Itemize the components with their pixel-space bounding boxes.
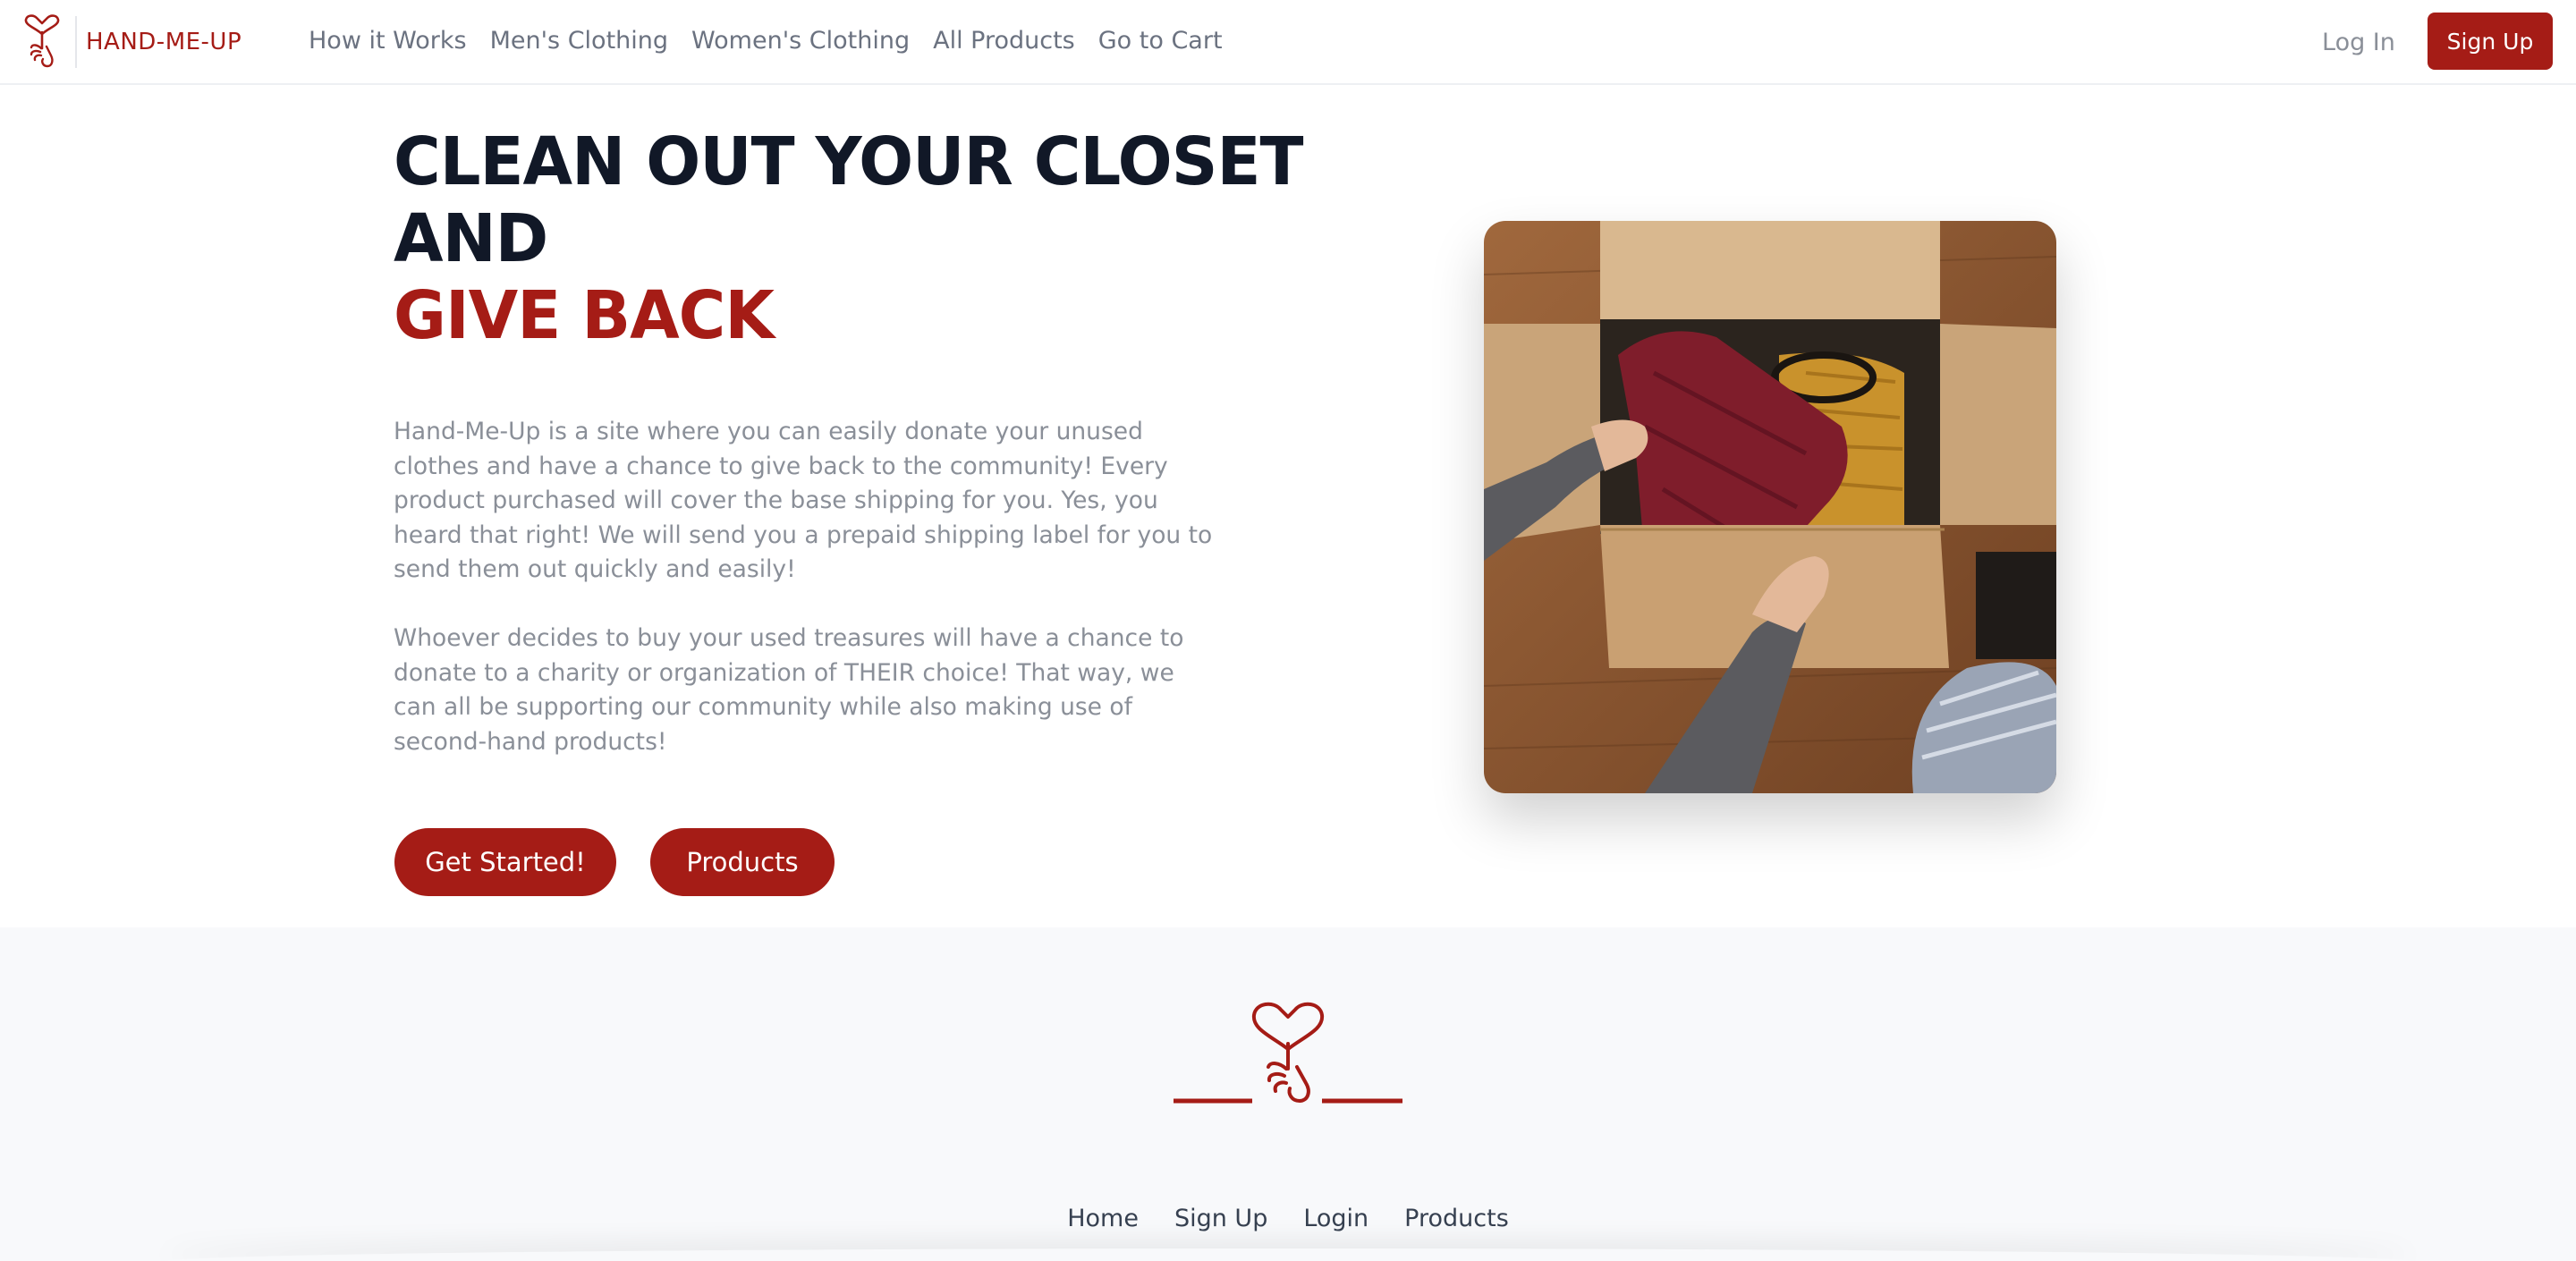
heart-hand-icon bbox=[24, 14, 60, 68]
signup-button[interactable]: Sign Up bbox=[2428, 13, 2553, 70]
footer-link-login[interactable]: Login bbox=[1303, 1205, 1368, 1232]
brand[interactable]: HAND-ME-UP bbox=[21, 14, 242, 70]
nav-link-all-products[interactable]: All Products bbox=[933, 27, 1075, 55]
footer-link-home[interactable]: Home bbox=[1067, 1205, 1139, 1232]
nav-link-how-it-works[interactable]: How it Works bbox=[309, 27, 467, 55]
login-link[interactable]: Log In bbox=[2322, 29, 2395, 56]
hero-image-donation-box bbox=[1484, 221, 2056, 793]
footer-link-products[interactable]: Products bbox=[1404, 1205, 1509, 1232]
nav-link-mens-clothing[interactable]: Men's Clothing bbox=[490, 27, 668, 55]
hero-title-line-1: CLEAN OUT YOUR CLOSET bbox=[394, 123, 1303, 200]
footer-nav: Home Sign Up Login Products bbox=[0, 1205, 2576, 1232]
hero-title-line-2: AND bbox=[394, 200, 548, 277]
hero-title-accent: GIVE BACK bbox=[394, 277, 775, 354]
brand-divider bbox=[75, 16, 77, 68]
main-nav: How it Works Men's Clothing Women's Clot… bbox=[309, 27, 1246, 55]
footer-link-sign-up[interactable]: Sign Up bbox=[1174, 1205, 1267, 1232]
nav-link-go-to-cart[interactable]: Go to Cart bbox=[1098, 27, 1223, 55]
nav-link-womens-clothing[interactable]: Women's Clothing bbox=[691, 27, 910, 55]
brand-name: HAND-ME-UP bbox=[86, 29, 242, 55]
hero-paragraph-2: Whoever decides to buy your used treasur… bbox=[394, 624, 1184, 756]
get-started-button[interactable]: Get Started! bbox=[394, 828, 616, 896]
hero-paragraph-1: Hand-Me-Up is a site where you can easil… bbox=[394, 418, 1213, 583]
hero-title: CLEAN OUT YOUR CLOSET AND GIVE BACK bbox=[394, 123, 1331, 354]
top-navbar: HAND-ME-UP How it Works Men's Clothing W… bbox=[0, 0, 2576, 85]
products-button[interactable]: Products bbox=[650, 828, 835, 896]
heart-hand-icon bbox=[1174, 1002, 1402, 1104]
donation-box-illustration bbox=[1484, 221, 2056, 793]
